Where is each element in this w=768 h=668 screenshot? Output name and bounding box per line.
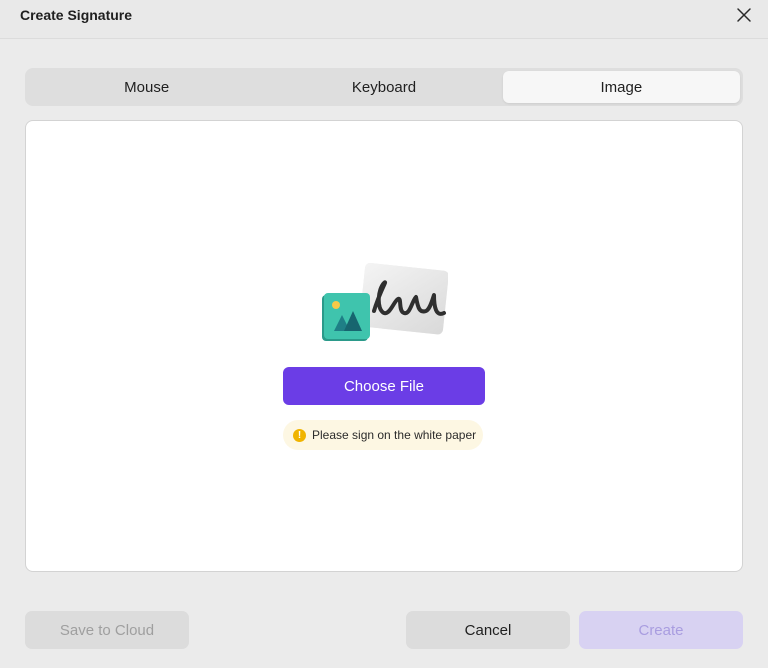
close-icon (737, 8, 751, 22)
tab-mouse[interactable]: Mouse (28, 71, 265, 103)
save-to-cloud-button[interactable]: Save to Cloud (25, 611, 189, 649)
choose-file-button[interactable]: Choose File (283, 367, 485, 405)
signing-hint: ! Please sign on the white paper (283, 420, 483, 450)
signature-mode-tabs: Mouse Keyboard Image (25, 68, 743, 106)
tab-keyboard[interactable]: Keyboard (265, 71, 502, 103)
hint-text: Please sign on the white paper (312, 428, 477, 442)
signature-upload-area: Choose File ! Please sign on the white p… (25, 120, 743, 572)
tab-image[interactable]: Image (502, 71, 740, 103)
warning-icon: ! (293, 428, 306, 442)
signature-image-illustration (322, 262, 448, 341)
cancel-button[interactable]: Cancel (406, 611, 570, 649)
title-bar: Create Signature (0, 0, 768, 39)
create-button[interactable]: Create (579, 611, 743, 649)
create-signature-dialog: Create Signature Mouse Keyboard Image Ch… (0, 0, 768, 668)
close-button[interactable] (732, 3, 756, 27)
dialog-title: Create Signature (20, 7, 133, 23)
